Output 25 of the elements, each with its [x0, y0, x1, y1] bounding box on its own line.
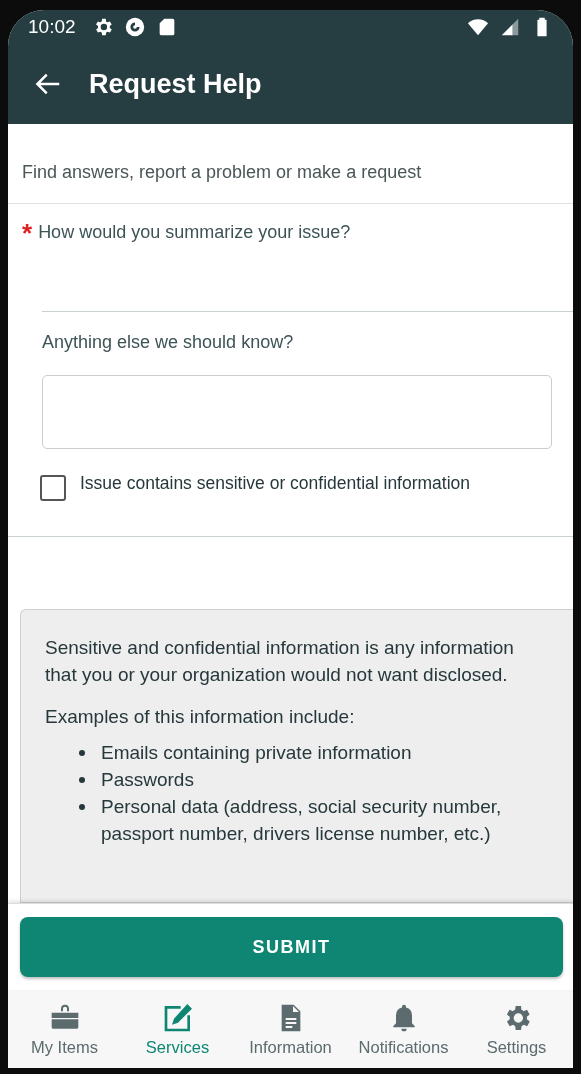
details-input-field[interactable]: [42, 375, 552, 449]
bullet-text: Personal data (address, social security number, passport number, drivers license number, etc.): [101, 795, 503, 846]
status-time: 10:02: [28, 16, 76, 38]
field-label: How would you summarize your issue?: [38, 222, 351, 243]
info-paragraph: Examples of this information include:: [45, 705, 356, 729]
nav-tab[interactable]: Settings: [460, 990, 573, 1068]
info-paragraph: Sensitive and confidential information is any information that you or your organization would not want disclosed.: [45, 636, 515, 687]
checkbox[interactable]: [40, 475, 66, 501]
required-mark: *: [22, 223, 33, 242]
screen-title: Request Help: [89, 68, 262, 100]
nav-tab[interactable]: Notifications: [347, 990, 460, 1068]
field-label: Anything else we should know?: [42, 332, 295, 353]
nav-tab[interactable]: Services: [121, 990, 234, 1068]
wifi-icon: [467, 16, 489, 38]
nav-tab[interactable]: My Items: [8, 990, 121, 1068]
bullet-text: Emails containing private information: [101, 741, 412, 765]
submit-button[interactable]: SUBMIT: [20, 917, 563, 977]
bullet-dot: [79, 804, 85, 810]
bullet-text: Passwords: [101, 768, 194, 792]
nav-tab[interactable]: Information: [234, 990, 347, 1068]
bullet-dot: [79, 777, 85, 783]
intro-text: Find answers, report a problem or make a request: [22, 162, 422, 183]
checkbox-label: Issue contains sensitive or confidential information: [80, 473, 471, 494]
bullet-dot: [79, 750, 85, 756]
circle-logo-icon: [123, 16, 146, 38]
